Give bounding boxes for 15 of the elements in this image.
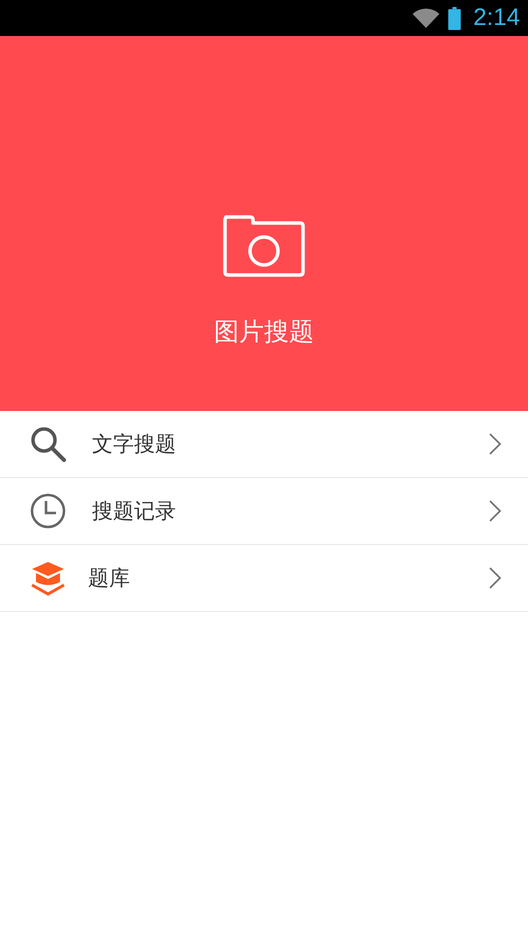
banner-label: 图片搜题 (214, 316, 314, 348)
menu-label: 搜题记录 (92, 498, 177, 525)
chevron-icon (488, 566, 502, 590)
camera-icon (222, 213, 306, 279)
menu-item[interactable]: 文字搜题 (0, 411, 528, 478)
battery-icon (448, 6, 462, 30)
clock-time: 2:14 (473, 4, 520, 32)
menu-label: 题库 (88, 565, 131, 592)
wifi-icon (412, 8, 440, 28)
chevron-icon (488, 499, 502, 523)
menu-item[interactable]: 题库 (0, 545, 528, 612)
clock-icon (28, 491, 68, 531)
menu-label: 文字搜题 (92, 431, 177, 458)
menu-item[interactable]: 搜题记录 (0, 478, 528, 545)
chevron-icon (488, 432, 502, 456)
